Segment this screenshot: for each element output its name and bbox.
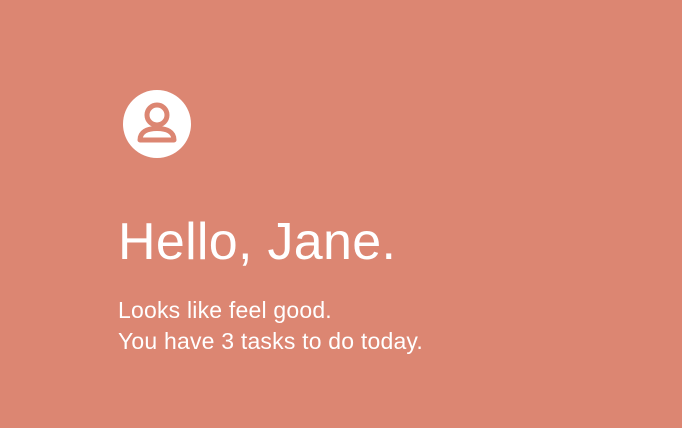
status-message: Looks like feel good. You have 3 tasks t… <box>118 295 423 357</box>
profile-avatar[interactable] <box>123 90 191 158</box>
user-circle-icon <box>123 90 191 158</box>
status-message-line-2: You have 3 tasks to do today. <box>118 328 424 354</box>
greeting-screen: Hello, Jane. Looks like feel good. You h… <box>0 0 682 428</box>
greeting-title: Hello, Jane. <box>118 213 397 271</box>
status-message-line-1: Looks like feel good. <box>118 297 332 323</box>
